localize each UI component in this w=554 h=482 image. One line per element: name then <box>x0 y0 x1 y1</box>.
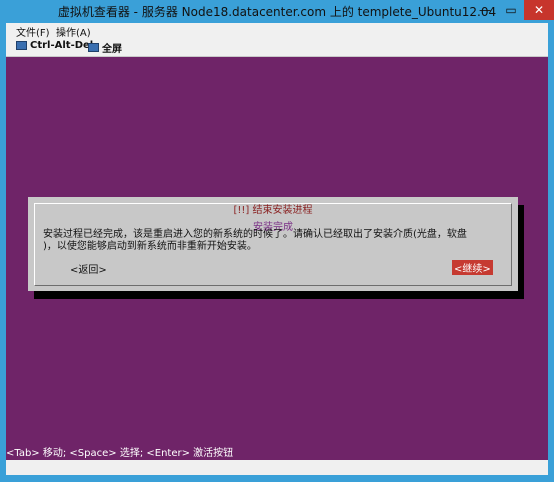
menu-actions[interactable]: 操作(A) <box>56 24 91 39</box>
menu-bar: 文件(F) 操作(A) <box>6 23 548 39</box>
fullscreen-button[interactable]: 全屏 <box>88 40 122 55</box>
title-bar[interactable]: 虚拟机查看器 - 服务器 Node18.datacenter.com 上的 te… <box>0 0 554 23</box>
dialog-message: 安装过程已经完成，该是重启进入您的新系统的时候了。请确认已经取出了安装介质(光盘… <box>43 229 513 253</box>
monitor-icon <box>88 43 99 52</box>
fullscreen-label: 全屏 <box>102 44 122 55</box>
back-button[interactable]: <返回> <box>70 261 107 276</box>
dialog-title-text: [!!] 结束安装进程 <box>230 205 316 216</box>
dialog-title: [!!] 结束安装进程 <box>35 201 511 216</box>
vm-console-screen[interactable]: [!!] 结束安装进程 安装完成 安装过程已经完成，该是重启进入您的新系统的时候… <box>6 57 548 475</box>
ctrl-alt-del-button[interactable]: Ctrl-Alt-Del <box>16 40 93 51</box>
minimize-button[interactable]: — <box>472 0 498 20</box>
installer-dialog: [!!] 结束安装进程 安装完成 安装过程已经完成，该是重启进入您的新系统的时候… <box>28 197 518 291</box>
keyboard-icon <box>16 41 27 50</box>
ctrl-alt-del-label: Ctrl-Alt-Del <box>30 40 94 51</box>
window-title: 虚拟机查看器 - 服务器 Node18.datacenter.com 上的 te… <box>57 5 497 19</box>
toolbar: Ctrl-Alt-Del 全屏 <box>6 38 548 57</box>
close-button[interactable]: ✕ <box>524 0 554 20</box>
dialog-message-line-1: 安装过程已经完成，该是重启进入您的新系统的时候了。请确认已经取出了安装介质(光盘… <box>43 229 467 240</box>
continue-button[interactable]: <继续> <box>452 260 493 275</box>
console-bottom-bar <box>6 460 548 475</box>
menu-file[interactable]: 文件(F) <box>16 24 50 39</box>
dialog-message-line-2: )，以使您能够启动到新系统而非重新开始安装。 <box>43 241 257 252</box>
maximize-button[interactable]: ▭ <box>498 0 524 20</box>
vm-viewer-window: 虚拟机查看器 - 服务器 Node18.datacenter.com 上的 te… <box>0 0 554 482</box>
console-key-hints: <Tab> 移动; <Space> 选择; <Enter> 激活按钮 <box>6 448 234 459</box>
